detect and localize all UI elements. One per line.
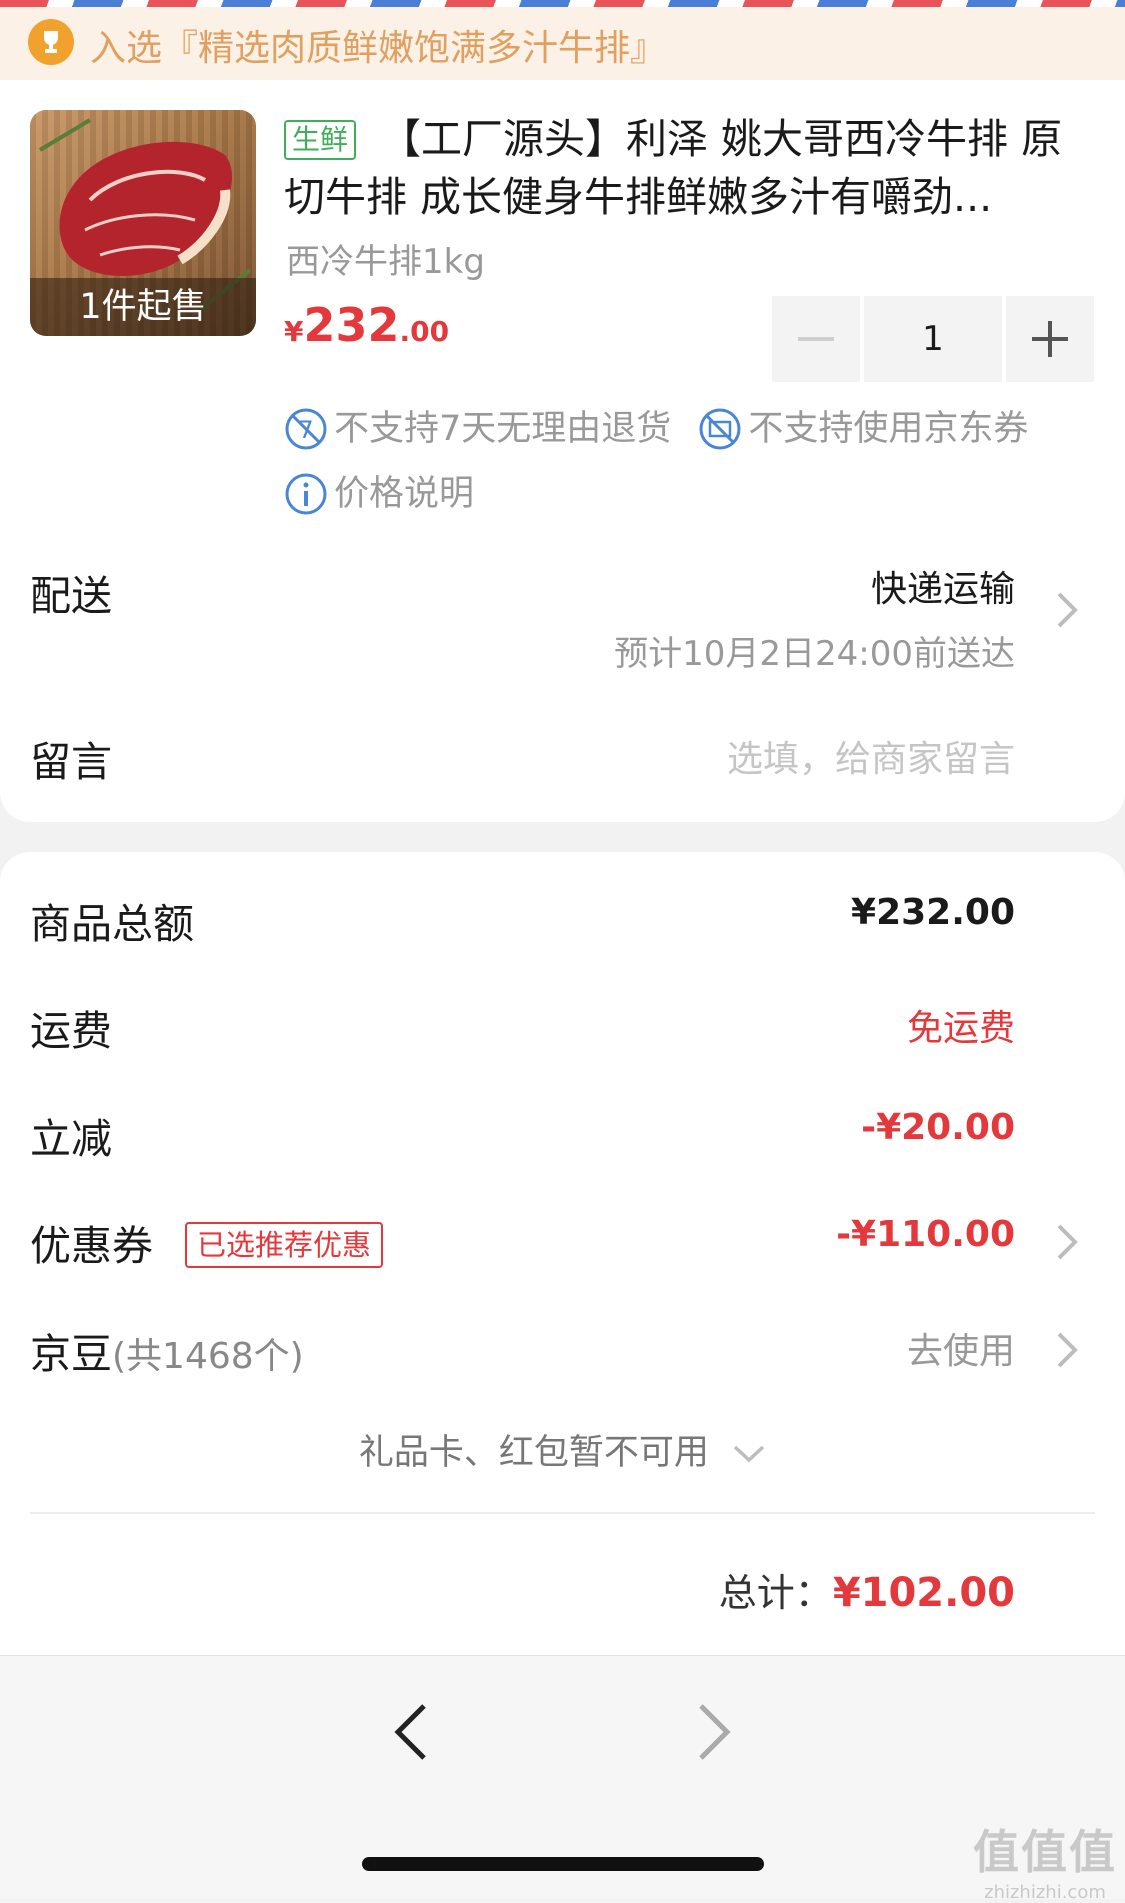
chevron-down-icon xyxy=(733,1445,765,1463)
beans-label: 京豆 xyxy=(30,1330,112,1378)
browser-nav-bar: 值值值 zhizhizhi.com xyxy=(0,1655,1125,1903)
service-notices: 7 不支持7天无理由退货 不支持使用京东券 价格说明 xyxy=(284,402,1104,532)
product-price: ¥232.00 xyxy=(284,298,449,352)
coupon-label: 优惠券 xyxy=(30,1222,153,1270)
product-card: 1件起售 生鲜 【工厂源头】利泽 姚大哥西冷牛排 原切牛排 成长健身牛排鲜嫩多汁… xyxy=(0,80,1125,822)
gift-card-toggle[interactable]: 礼品卡、红包暂不可用 xyxy=(0,1424,1125,1475)
chevron-right-icon xyxy=(1057,1224,1078,1260)
jd-beans-row[interactable]: 京豆(共1468个) 去使用 xyxy=(0,1310,1125,1390)
divider xyxy=(30,1512,1095,1514)
price-explanation-text: 价格说明 xyxy=(334,474,475,514)
notice-no-coupon-text: 不支持使用京东券 xyxy=(748,409,1029,449)
beans-use-link[interactable]: 去使用 xyxy=(907,1322,1015,1374)
delivery-eta: 预计10月2日24:00前送达 xyxy=(614,634,1015,674)
watermark-logo: 值值值 zhizhizhi.com xyxy=(973,1816,1117,1903)
beans-label-group: 京豆(共1468个) xyxy=(30,1320,304,1380)
price-explanation-link[interactable]: 价格说明 xyxy=(284,467,474,521)
trophy-icon xyxy=(28,19,74,65)
shipping-value: 免运费 xyxy=(906,1008,1015,1049)
goods-total-label: 商品总额 xyxy=(30,900,194,948)
total-label: 总计： xyxy=(718,1571,833,1615)
goods-total-value: ¥232.00 xyxy=(851,892,1015,933)
info-icon xyxy=(285,473,327,515)
airmail-stripe xyxy=(0,0,1125,7)
decrease-button[interactable] xyxy=(772,296,860,382)
banner-text: 入选『精选肉质鲜嫩饱满多汁牛排』 xyxy=(90,28,667,69)
delivery-row[interactable]: 配送 快递运输 预计10月2日24:00前送达 xyxy=(0,530,1125,680)
price-decimal: .00 xyxy=(399,315,450,348)
quantity-stepper: 1 xyxy=(772,296,1094,382)
forward-arrow-icon[interactable] xyxy=(695,1700,735,1764)
product-title[interactable]: 【工厂源头】利泽 姚大哥西冷牛排 原切牛排 成长健身牛排鲜嫩多汁有嚼劲... xyxy=(284,110,1090,226)
price-symbol: ¥ xyxy=(284,315,304,348)
discount-label: 立减 xyxy=(30,1115,112,1163)
quantity-value[interactable]: 1 xyxy=(864,296,1002,382)
plus-icon xyxy=(1032,321,1068,357)
goods-total-row: 商品总额 ¥232.00 xyxy=(0,880,1125,960)
min-order-label: 1件起售 xyxy=(30,278,256,336)
message-label: 留言 xyxy=(30,738,112,786)
product-spec[interactable]: 西冷牛排1kg xyxy=(286,234,485,283)
total-value: ¥102.00 xyxy=(832,1570,1015,1616)
discount-row: 立减 -¥20.00 xyxy=(0,1095,1125,1175)
notice-no-return: 7 不支持7天无理由退货 xyxy=(284,402,671,456)
coupon-value: -¥110.00 xyxy=(836,1214,1015,1255)
delivery-method: 快递运输 xyxy=(870,569,1015,610)
beans-count: (共1468个) xyxy=(112,1336,304,1377)
coupon-row[interactable]: 优惠券 -¥110.00 xyxy=(0,1202,1125,1282)
chevron-right-icon xyxy=(1057,592,1078,628)
message-input[interactable]: 选填，给商家留言 xyxy=(727,730,1015,782)
home-indicator[interactable] xyxy=(362,1857,764,1871)
no-return-icon: 7 xyxy=(285,408,327,450)
message-row[interactable]: 留言 选填，给商家留言 xyxy=(0,700,1125,800)
chevron-right-icon xyxy=(1057,1332,1078,1368)
no-coupon-icon xyxy=(699,408,741,450)
delivery-label: 配送 xyxy=(30,572,112,620)
order-total: 总计：¥102.00 xyxy=(719,1562,1015,1617)
watermark-big: 值值值 xyxy=(973,1825,1117,1879)
notice-no-coupon: 不支持使用京东券 xyxy=(698,402,1028,456)
watermark-small: zhizhizhi.com xyxy=(984,1882,1106,1903)
selection-banner[interactable]: 入选『精选肉质鲜嫩饱满多汁牛排』 xyxy=(0,7,1125,80)
shipping-label: 运费 xyxy=(30,1007,112,1055)
shipping-row: 运费 免运费 xyxy=(0,987,1125,1067)
minus-icon xyxy=(798,337,834,341)
price-integer: 232 xyxy=(303,298,400,352)
gift-card-note: 礼品卡、红包暂不可用 xyxy=(358,1433,709,1473)
coupon-recommended-tag: 已选推荐优惠 xyxy=(185,1222,384,1268)
notice-no-return-text: 不支持7天无理由退货 xyxy=(334,409,672,449)
increase-button[interactable] xyxy=(1006,296,1094,382)
product-thumbnail[interactable]: 1件起售 xyxy=(30,110,256,336)
back-arrow-icon[interactable] xyxy=(390,1700,430,1764)
discount-value: -¥20.00 xyxy=(861,1107,1015,1148)
